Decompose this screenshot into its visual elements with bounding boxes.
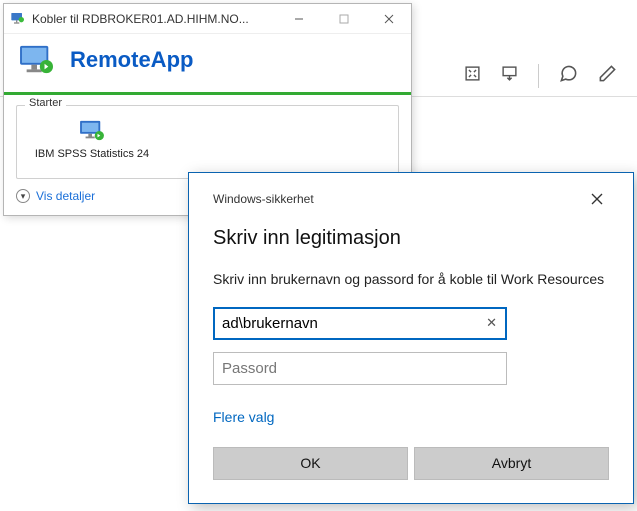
username-field-wrapper: ✕ [213,307,507,340]
starter-groupbox: Starter IBM SPSS Statistics 24 [16,105,399,179]
maximize-button[interactable] [321,4,366,34]
cancel-button[interactable]: Avbryt [414,447,609,480]
remoteapp-titlebar-icon [10,11,26,27]
edit-icon[interactable] [598,64,617,88]
app-label: IBM SPSS Statistics 24 [35,148,149,160]
cred-heading: Skriv inn legitimasjon [213,227,609,250]
ok-button[interactable]: OK [213,447,408,480]
credentials-dialog: Windows-sikkerhet Skriv inn legitimasjon… [188,172,634,504]
toolbar-separator [538,64,539,88]
cred-button-row: OK Avbryt [213,447,609,480]
window-titlebar: Kobler til RDBROKER01.AD.HIHM.NO... [4,4,411,34]
cred-description: Skriv inn brukernavn og passord for å ko… [213,270,609,289]
details-label: Vis detaljer [36,189,95,203]
password-input[interactable] [222,360,498,377]
remoteapp-brand: RemoteApp [70,47,193,73]
app-monitor-icon [79,120,105,142]
cred-titlebar: Windows-sikkerhet [213,187,609,211]
close-icon[interactable] [585,187,609,211]
app-item-spss[interactable]: IBM SPSS Statistics 24 [27,120,157,160]
remoteapp-header: RemoteApp [4,34,411,95]
chevron-down-icon: ▾ [16,189,30,203]
password-field-wrapper [213,352,507,385]
download-icon[interactable] [501,65,518,87]
more-choices-link[interactable]: Flere valg [213,409,609,425]
close-button[interactable] [366,4,411,34]
minimize-button[interactable] [276,4,321,34]
cred-title: Windows-sikkerhet [213,192,314,206]
clear-input-icon[interactable]: ✕ [486,315,497,331]
comment-icon[interactable] [559,64,578,88]
username-input[interactable] [222,315,498,332]
starter-legend: Starter [25,97,66,109]
fullscreen-icon[interactable] [464,65,481,87]
window-title: Kobler til RDBROKER01.AD.HIHM.NO... [32,12,249,26]
remoteapp-logo-icon [18,44,56,76]
